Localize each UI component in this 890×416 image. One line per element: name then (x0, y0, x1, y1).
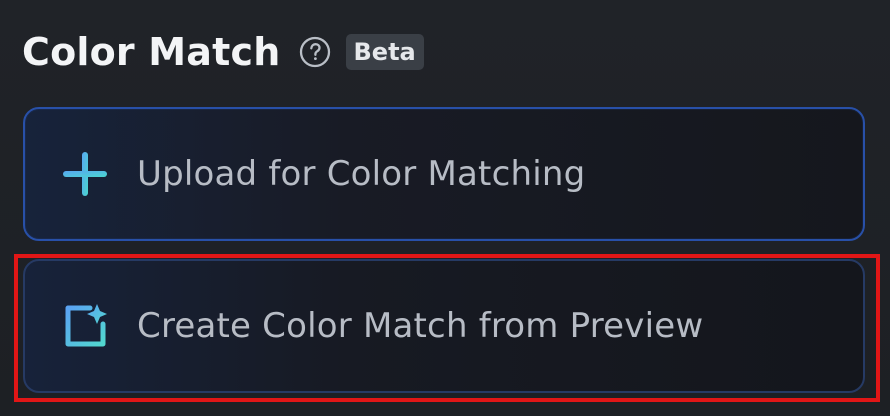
upload-for-color-matching-label: Upload for Color Matching (137, 154, 586, 194)
upload-for-color-matching-button[interactable]: Upload for Color Matching (23, 107, 865, 241)
plus-icon (59, 148, 111, 200)
create-color-match-from-preview-button[interactable]: Create Color Match from Preview (23, 259, 865, 393)
beta-badge: Beta (345, 34, 424, 70)
sparkle-frame-icon (59, 300, 111, 352)
color-match-header: Color Match Beta (22, 28, 424, 76)
help-icon[interactable] (299, 36, 331, 68)
section-title: Color Match (22, 30, 281, 74)
create-color-match-from-preview-label: Create Color Match from Preview (137, 306, 704, 346)
color-match-panel: Color Match Beta Upload for Color Matchi… (0, 0, 890, 416)
